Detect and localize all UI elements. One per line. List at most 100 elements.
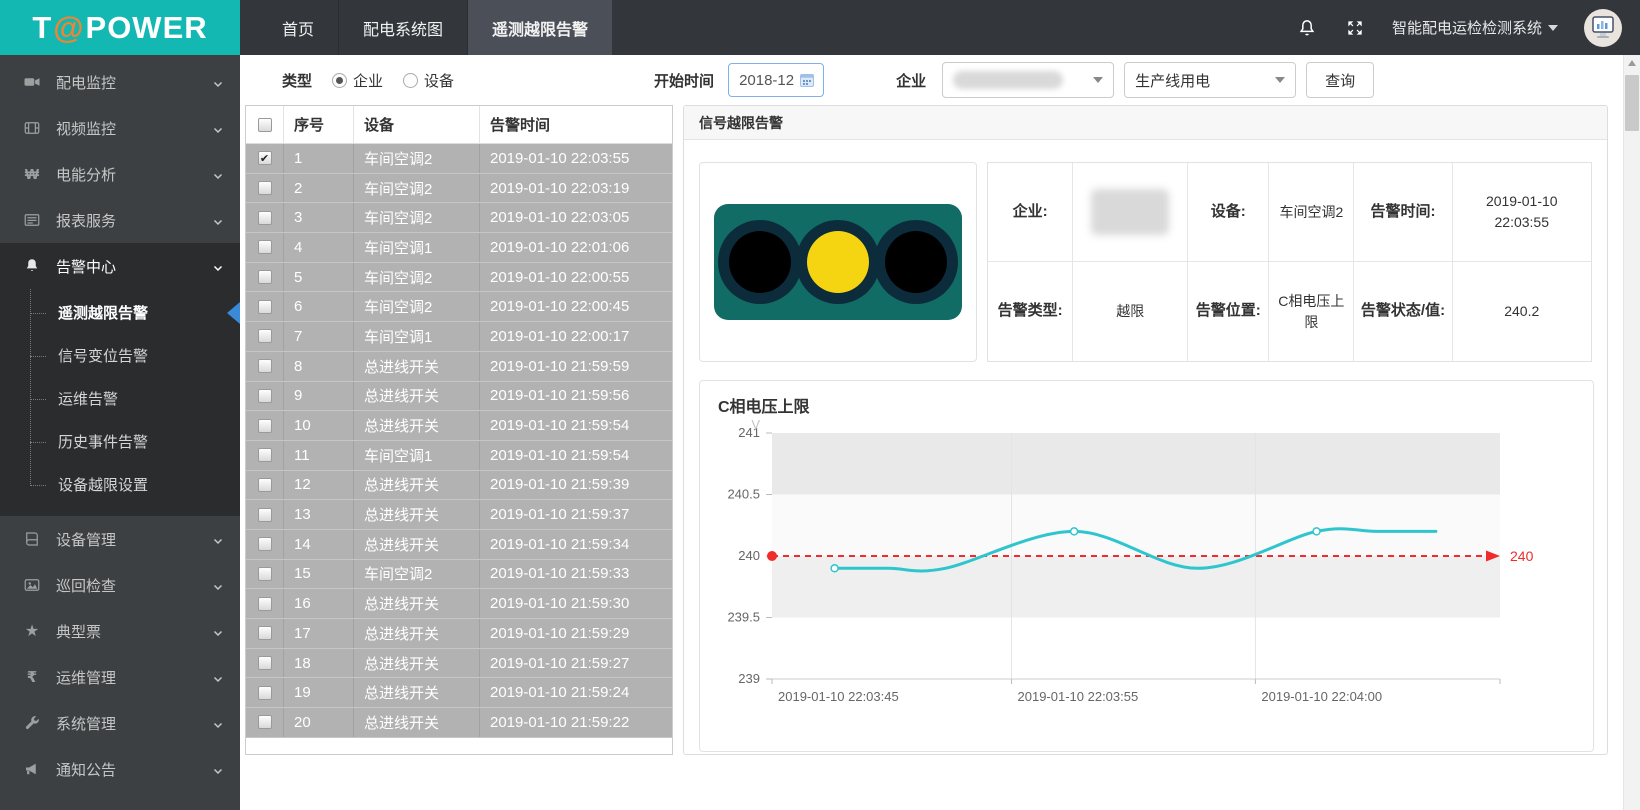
- row-checkbox[interactable]: [258, 359, 272, 373]
- nav-tab-0[interactable]: 首页: [258, 0, 338, 55]
- table-header-row: 序号 设备 告警时间: [246, 106, 672, 144]
- brand-logo-t: T: [32, 10, 52, 46]
- line-select[interactable]: 生产线用电: [1124, 62, 1296, 98]
- sidebar-item-2[interactable]: ₩ 电能分析: [0, 151, 240, 197]
- start-time-input[interactable]: [737, 71, 799, 90]
- table-row[interactable]: 9 总进线开关 2019-01-10 21:59:56: [246, 382, 672, 412]
- row-checkbox[interactable]: [258, 508, 272, 522]
- main-content: 类型 企业 设备 开始时间 企业 生产线用电: [240, 55, 1623, 810]
- row-checkbox[interactable]: [258, 686, 272, 700]
- row-checkbox[interactable]: [258, 715, 272, 729]
- table-row[interactable]: 4 车间空调1 2019-01-10 22:01:06: [246, 233, 672, 263]
- line-select-value: 生产线用电: [1135, 70, 1210, 91]
- row-checkbox[interactable]: [258, 240, 272, 254]
- table-row[interactable]: 5 车间空调2 2019-01-10 22:00:55: [246, 263, 672, 293]
- sidebar-item-label: 典型票: [56, 621, 101, 642]
- sidebar-item-8[interactable]: ₹ 运维管理: [0, 654, 240, 700]
- table-row[interactable]: 20 总进线开关 2019-01-10 21:59:22: [246, 708, 672, 738]
- sidebar-item-3[interactable]: 报表服务: [0, 197, 240, 243]
- nav-tab-2[interactable]: 遥测越限告警: [467, 0, 612, 55]
- radio-enterprise[interactable]: 企业: [332, 70, 383, 91]
- row-device: 总进线开关: [354, 649, 480, 678]
- row-no: 14: [284, 530, 354, 559]
- row-checkbox[interactable]: [258, 181, 272, 195]
- submenu-item-4[interactable]: 设备越限设置: [0, 463, 240, 506]
- alarm-info-table: 企业:设备:车间空调2告警时间:2019-01-10 22:03:55告警类型:…: [987, 162, 1592, 362]
- sidebar-item-10[interactable]: 通知公告: [0, 746, 240, 792]
- fullscreen-icon[interactable]: [1344, 17, 1366, 39]
- submenu-item-2[interactable]: 运维告警: [0, 377, 240, 420]
- table-row[interactable]: 10 总进线开关 2019-01-10 21:59:54: [246, 411, 672, 441]
- submenu-item-1[interactable]: 信号变位告警: [0, 334, 240, 377]
- row-checkbox[interactable]: [258, 656, 272, 670]
- row-checkbox[interactable]: [258, 270, 272, 284]
- row-no: 6: [284, 292, 354, 321]
- scrollbar-up-arrow[interactable]: [1624, 55, 1640, 71]
- sidebar-item-9[interactable]: 系统管理: [0, 700, 240, 746]
- notification-bell-icon[interactable]: [1296, 17, 1318, 39]
- sidebar-group-5: 设备管理: [0, 516, 240, 562]
- chevron-down-icon: [212, 123, 222, 133]
- row-checkbox[interactable]: [258, 329, 272, 343]
- scrollbar-thumb[interactable]: [1625, 75, 1639, 131]
- submenu-item-0[interactable]: 遥测越限告警: [0, 291, 240, 334]
- radio-enterprise-label: 企业: [353, 70, 383, 91]
- row-checkbox[interactable]: [258, 211, 272, 225]
- enterprise-select[interactable]: [942, 62, 1114, 98]
- table-row[interactable]: 11 车间空调1 2019-01-10 21:59:54: [246, 441, 672, 471]
- row-no: 1: [284, 144, 354, 173]
- sidebar-item-5[interactable]: 设备管理: [0, 516, 240, 562]
- table-row[interactable]: 13 总进线开关 2019-01-10 21:59:37: [246, 500, 672, 530]
- table-row[interactable]: 17 总进线开关 2019-01-10 21:59:29: [246, 619, 672, 649]
- row-checkbox[interactable]: [258, 389, 272, 403]
- sidebar-item-label: 告警中心: [56, 256, 116, 277]
- row-time: 2019-01-10 21:59:54: [480, 411, 672, 440]
- nav-tab-1[interactable]: 配电系统图: [338, 0, 467, 55]
- row-no: 2: [284, 174, 354, 203]
- row-checkbox[interactable]: [258, 626, 272, 640]
- table-row[interactable]: 14 总进线开关 2019-01-10 21:59:34: [246, 530, 672, 560]
- table-row[interactable]: 12 总进线开关 2019-01-10 21:59:39: [246, 471, 672, 501]
- svg-text:239: 239: [738, 671, 760, 686]
- table-row[interactable]: 15 车间空调2 2019-01-10 21:59:33: [246, 560, 672, 590]
- sidebar-item-7[interactable]: ★ 典型票: [0, 608, 240, 654]
- row-checkbox[interactable]: ✔: [258, 151, 272, 165]
- submenu-item-label: 运维告警: [58, 388, 118, 409]
- main-row: 序号 设备 告警时间 ✔ 1 车间空调2 2019-01-10 22:03:55…: [240, 105, 1623, 755]
- system-title-dropdown[interactable]: 智能配电运检检测系统: [1392, 17, 1558, 38]
- table-row[interactable]: 18 总进线开关 2019-01-10 21:59:27: [246, 649, 672, 679]
- table-row[interactable]: 8 总进线开关 2019-01-10 21:59:59: [246, 352, 672, 382]
- row-checkbox[interactable]: [258, 537, 272, 551]
- table-row[interactable]: 6 车间空调2 2019-01-10 22:00:45: [246, 292, 672, 322]
- row-no: 9: [284, 382, 354, 411]
- sidebar-item-1[interactable]: 视频监控: [0, 105, 240, 151]
- sidebar-item-6[interactable]: 巡回检查: [0, 562, 240, 608]
- sidebar-item-4[interactable]: 告警中心: [0, 243, 240, 289]
- query-button[interactable]: 查询: [1306, 62, 1374, 98]
- sidebar-group-1: 视频监控: [0, 105, 240, 151]
- submenu-item-3[interactable]: 历史事件告警: [0, 420, 240, 463]
- row-checkbox[interactable]: [258, 448, 272, 462]
- image-icon: [22, 575, 42, 595]
- table-row[interactable]: 7 车间空调1 2019-01-10 22:00:17: [246, 322, 672, 352]
- row-no: 19: [284, 678, 354, 707]
- row-checkbox-cell: [246, 233, 284, 262]
- top-nav: 首页配电系统图遥测越限告警: [258, 0, 612, 55]
- avatar[interactable]: [1584, 9, 1622, 47]
- table-row[interactable]: 3 车间空调2 2019-01-10 22:03:05: [246, 203, 672, 233]
- row-checkbox[interactable]: [258, 567, 272, 581]
- table-row[interactable]: ✔ 1 车间空调2 2019-01-10 22:03:55: [246, 144, 672, 174]
- row-checkbox[interactable]: [258, 478, 272, 492]
- alarm-table: 序号 设备 告警时间 ✔ 1 车间空调2 2019-01-10 22:03:55…: [245, 105, 673, 755]
- sidebar-item-label: 电能分析: [56, 164, 116, 185]
- table-row[interactable]: 16 总进线开关 2019-01-10 21:59:30: [246, 589, 672, 619]
- table-row[interactable]: 2 车间空调2 2019-01-10 22:03:19: [246, 174, 672, 204]
- row-checkbox[interactable]: [258, 597, 272, 611]
- row-checkbox[interactable]: [258, 419, 272, 433]
- row-checkbox[interactable]: [258, 300, 272, 314]
- calendar-icon[interactable]: [799, 72, 815, 88]
- table-row[interactable]: 19 总进线开关 2019-01-10 21:59:24: [246, 678, 672, 708]
- radio-device[interactable]: 设备: [403, 70, 454, 91]
- select-all-checkbox[interactable]: [258, 118, 272, 132]
- sidebar-item-0[interactable]: 配电监控: [0, 59, 240, 105]
